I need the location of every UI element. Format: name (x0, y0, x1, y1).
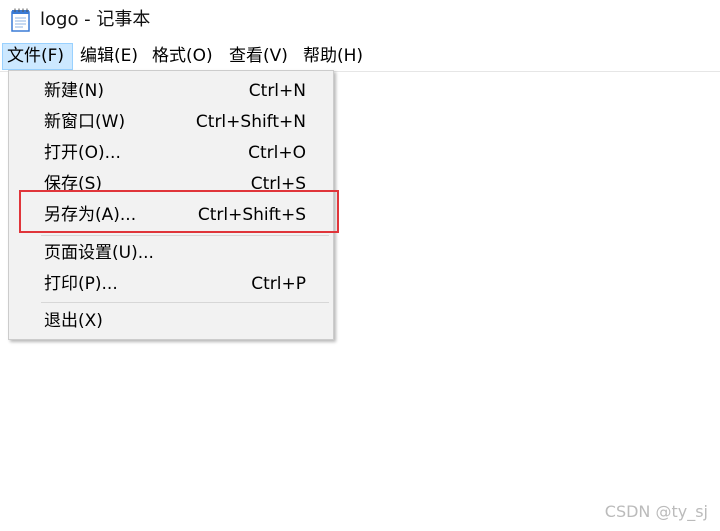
menu-separator (41, 302, 329, 303)
menu-item-page-setup[interactable]: 页面设置(U)... (9, 239, 333, 267)
menu-item-shortcut: Ctrl+Shift+N (195, 112, 306, 132)
menu-item-exit[interactable]: 退出(X) (9, 307, 333, 335)
menu-edit[interactable]: 编辑(E) (76, 43, 142, 70)
menu-format[interactable]: 格式(O) (148, 43, 217, 70)
menu-item-label: 新建(N) (44, 81, 104, 101)
highlight-annotation-box (19, 190, 339, 233)
menu-item-label: 打印(P)... (44, 274, 118, 294)
menu-item-shortcut: Ctrl+N (248, 81, 306, 101)
menu-item-label: 退出(X) (44, 311, 103, 331)
menu-view[interactable]: 查看(V) (225, 43, 292, 70)
menu-item-new[interactable]: 新建(N) Ctrl+N (9, 77, 333, 105)
menu-item-label: 页面设置(U)... (44, 243, 154, 263)
menu-item-new-window[interactable]: 新窗口(W) Ctrl+Shift+N (9, 108, 333, 136)
menu-item-print[interactable]: 打印(P)... Ctrl+P (9, 270, 333, 298)
title-bar: logo - 记事本 (0, 0, 720, 40)
menu-item-label: 新窗口(W) (44, 112, 126, 132)
menu-bar: 文件(F) 编辑(E) 格式(O) 查看(V) 帮助(H) (0, 40, 720, 72)
notepad-icon (10, 8, 32, 32)
menu-item-open[interactable]: 打开(O)... Ctrl+O (9, 139, 333, 167)
menu-item-label: 打开(O)... (44, 143, 121, 163)
menu-item-shortcut: Ctrl+O (248, 143, 306, 163)
menu-separator (41, 235, 329, 236)
menu-help[interactable]: 帮助(H) (299, 43, 367, 70)
watermark: CSDN @ty_sj (604, 502, 708, 521)
menu-item-shortcut: Ctrl+P (251, 274, 306, 294)
window-title: logo - 记事本 (40, 9, 151, 30)
menu-file[interactable]: 文件(F) (2, 43, 73, 70)
